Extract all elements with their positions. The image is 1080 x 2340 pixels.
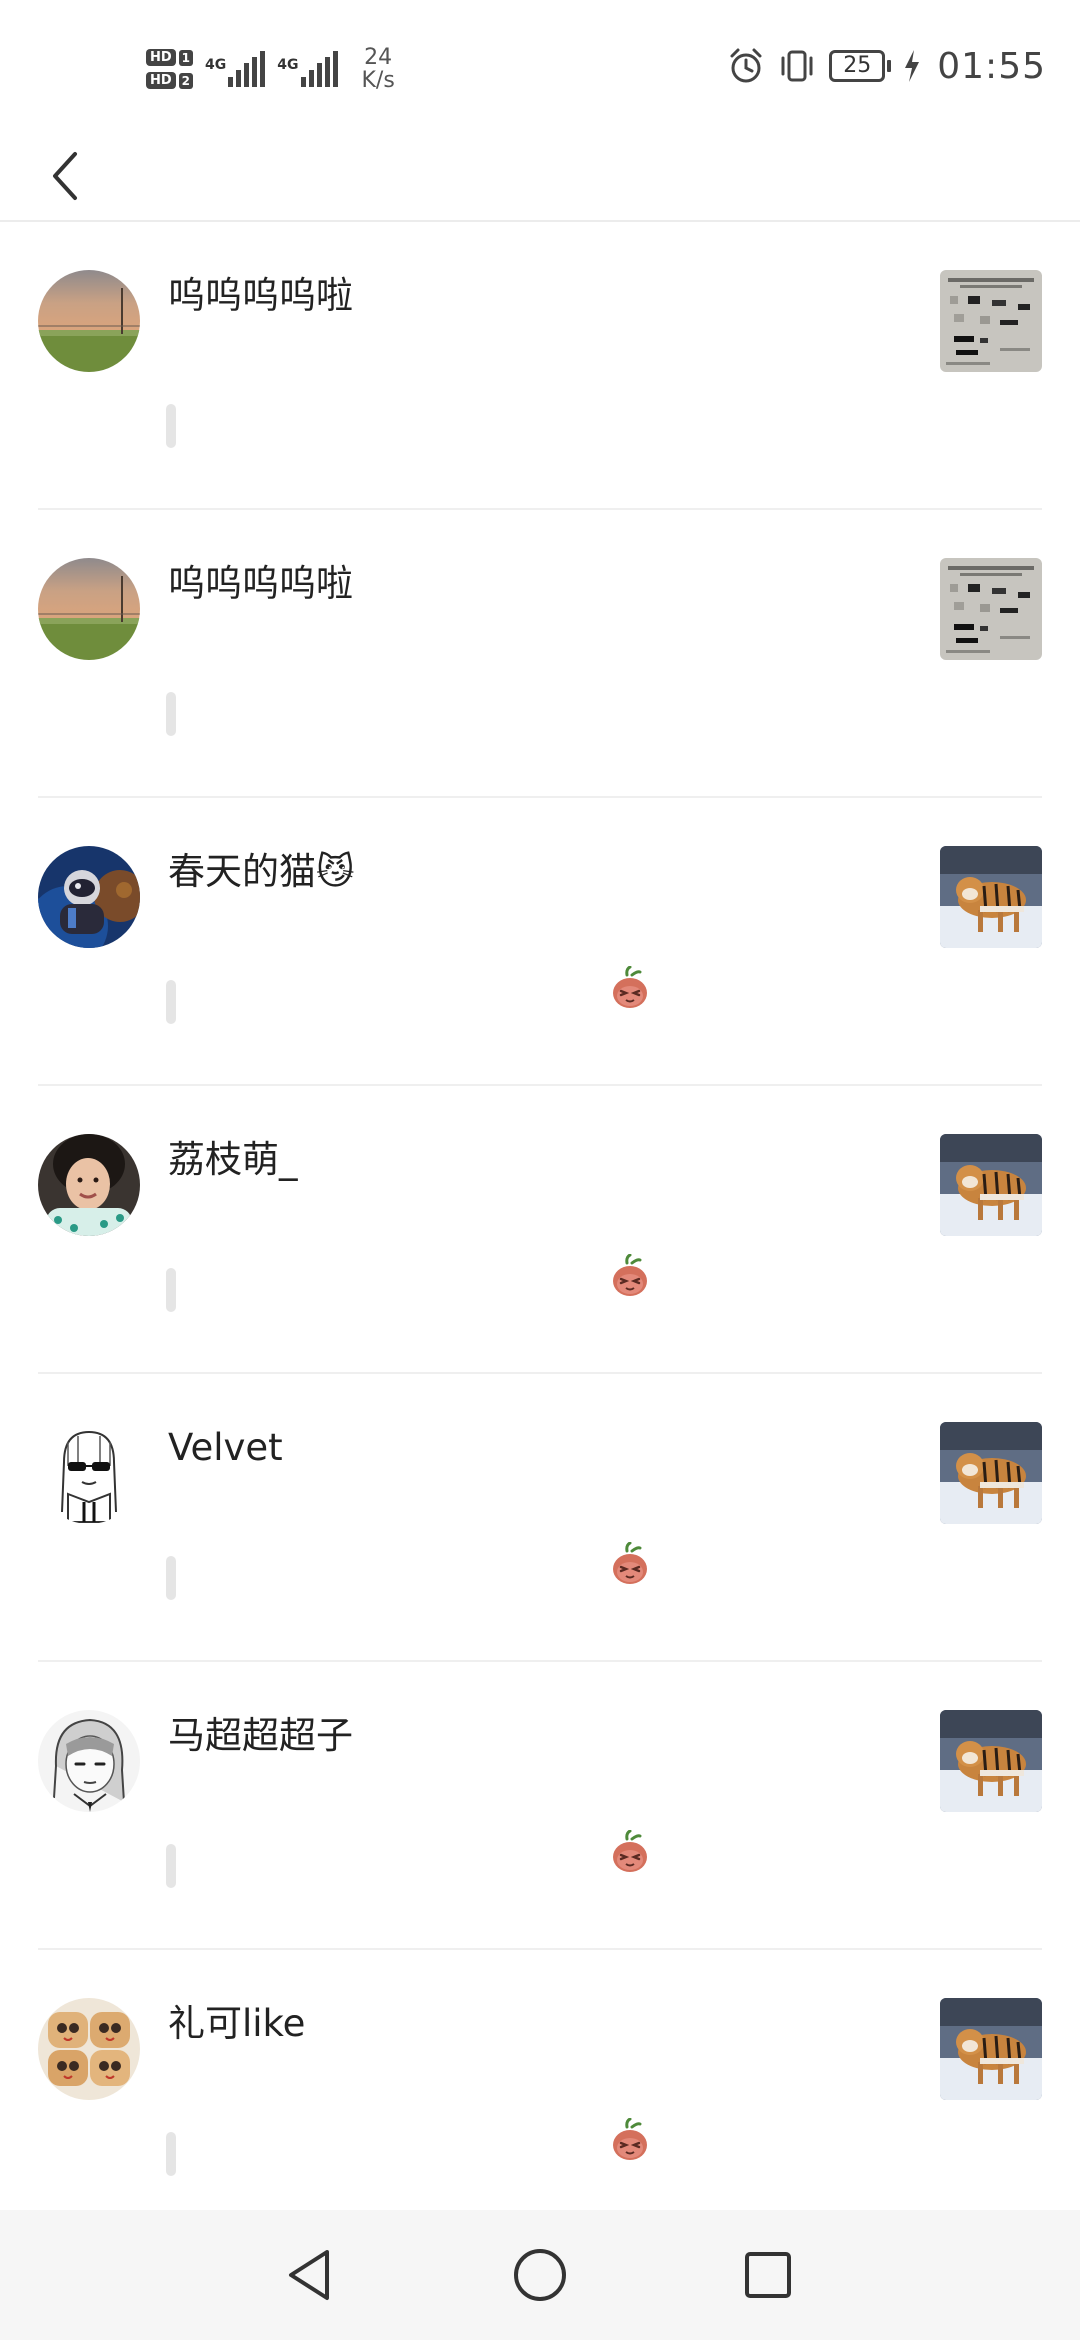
battery-level: 25 [829,50,886,82]
sim1-hd-badge: HD 1 [146,49,194,66]
avatar[interactable] [38,558,140,660]
signal-bars-2-icon [300,51,338,87]
quote-bar [166,980,176,1024]
signal-bars-1-icon [228,51,266,87]
avatar[interactable] [38,1422,140,1524]
nav-back-button[interactable] [274,2240,344,2310]
post-thumbnail[interactable] [940,270,1042,372]
status-right: 25 01:55 [727,40,1046,92]
quote-bar [166,2132,176,2176]
quote-bar [166,692,176,736]
signal-1: 4G [205,51,266,87]
post-thumbnail[interactable] [940,1998,1042,2100]
network-speed-value: 24 [364,44,393,70]
message-list: 呜呜呜呜啦 呜呜呜呜啦 春天的猫😼 荔枝萌_ Velvet 马超超超子 礼可li… [0,222,1080,2238]
quote-bar [166,404,176,448]
sim-indicators: HD 1 HD 2 [146,49,194,89]
avatar[interactable] [38,1710,140,1812]
list-item[interactable]: 呜呜呜呜啦 [0,510,1080,798]
bean-sticker-icon [610,1541,650,1586]
list-item[interactable]: 荔枝萌_ [0,1086,1080,1374]
item-name: 呜呜呜呜啦 [168,274,353,317]
post-thumbnail[interactable] [940,558,1042,660]
item-name: 礼可like [168,2002,306,2045]
item-name: 春天的猫😼 [168,850,355,893]
system-nav-bar [0,2210,1080,2340]
item-name: 荔枝萌_ [168,1138,298,1181]
bean-sticker-icon [610,965,650,1010]
network-speed-unit: K/s [361,68,395,93]
vibrate-icon [777,46,817,86]
battery-icon: 25 [829,50,892,82]
avatar[interactable] [38,846,140,948]
app-bar [0,130,1080,222]
sim2-hd-badge: HD 2 [146,72,194,89]
page: HD 1 HD 2 4G 4G 24 K/s 25 01:55 呜呜呜呜啦 呜呜… [0,0,1080,2340]
avatar[interactable] [38,1998,140,2100]
list-item[interactable]: Velvet [0,1374,1080,1662]
item-name: 马超超超子 [168,1714,353,1757]
post-thumbnail[interactable] [940,1710,1042,1812]
quote-bar [166,1268,176,1312]
post-thumbnail[interactable] [940,1134,1042,1236]
post-thumbnail[interactable] [940,1422,1042,1524]
bean-sticker-icon [610,1253,650,1298]
quote-bar [166,1844,176,1888]
post-thumbnail[interactable] [940,846,1042,948]
nav-recents-button[interactable] [733,2240,803,2310]
avatar[interactable] [38,270,140,372]
status-left: HD 1 HD 2 4G 4G 24 K/s [146,34,395,104]
nav-home-button[interactable] [505,2240,575,2310]
avatar[interactable] [38,1134,140,1236]
charging-icon [903,49,921,83]
list-item[interactable]: 呜呜呜呜啦 [0,222,1080,510]
network-type-1: 4G [205,57,227,73]
back-button[interactable] [36,136,96,216]
signal-2: 4G [277,51,338,87]
circle-home-icon [514,2249,566,2301]
bean-sticker-icon [610,2117,650,2162]
network-type-2: 4G [277,57,299,73]
chevron-left-icon [53,152,77,200]
list-item[interactable]: 马超超超子 [0,1662,1080,1950]
quote-bar [166,1556,176,1600]
list-item[interactable]: 春天的猫😼 [0,798,1080,1086]
status-time: 01:55 [937,45,1046,87]
alarm-icon [727,47,765,85]
triangle-back-icon [289,2250,329,2300]
bean-sticker-icon [610,1829,650,1874]
status-bar: HD 1 HD 2 4G 4G 24 K/s 25 01:55 [0,0,1080,130]
item-name: Velvet [168,1426,283,1469]
list-item[interactable]: 礼可like [0,1950,1080,2238]
item-name: 呜呜呜呜啦 [168,562,353,605]
network-speed: 24 K/s [362,46,395,92]
square-recents-icon [745,2252,791,2298]
